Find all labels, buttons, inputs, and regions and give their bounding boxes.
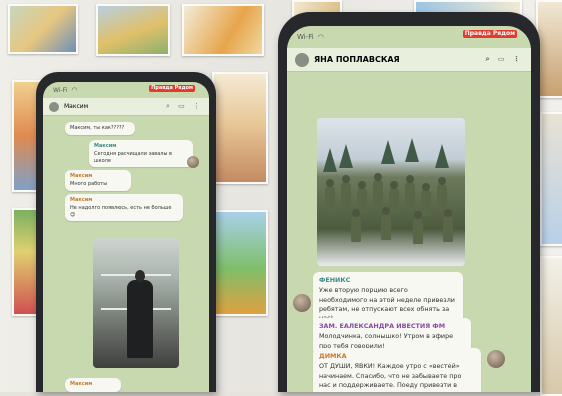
carrier-label: Wi-Fi — [297, 33, 314, 41]
message-bubble: Максим Много работы — [65, 170, 131, 191]
avatar — [293, 294, 311, 312]
message-sender: Максим — [70, 197, 93, 203]
message-sender: ДИМКА — [319, 352, 347, 360]
artwork-painting — [212, 72, 268, 184]
right-phone-display: Wi-Fi ◠ Правда Рядом ЯНА ПОПЛАВСКАЯ ⌕ ▭ … — [278, 12, 540, 392]
tree — [323, 148, 337, 172]
chat-title: Максим — [64, 103, 89, 110]
soldier-figure — [413, 211, 423, 244]
avatar — [187, 156, 199, 168]
wifi-icon: ◠ — [317, 33, 324, 41]
message-bubble: Максим Сегодня расчищали завалы в школе — [89, 140, 193, 168]
message-text: Много работы — [70, 180, 108, 187]
carrier-label: Wi-Fi — [53, 86, 68, 94]
person-figure — [127, 270, 153, 358]
soldier-figure — [405, 175, 415, 208]
soldier-figure — [325, 179, 335, 212]
soldier-figure — [341, 175, 351, 208]
right-phone-screen: Wi-Fi ◠ Правда Рядом ЯНА ПОПЛАВСКАЯ ⌕ ▭ … — [287, 26, 531, 392]
message-bubble: Максим, ты как????? — [65, 122, 135, 135]
tree — [381, 140, 395, 164]
brand-logo: Правда Рядом — [462, 30, 517, 38]
left-phone-display: Wi-Fi ◠ Правда Рядом Максим ⌕ ▭ ⋮ Максим… — [36, 72, 216, 392]
avatar — [295, 52, 309, 67]
message-sender: Максим — [70, 173, 93, 179]
soldier-figure — [351, 209, 361, 242]
message-photo[interactable] — [317, 118, 465, 266]
chat-header: Максим ⌕ ▭ ⋮ — [43, 98, 209, 116]
artwork-painting — [540, 256, 562, 396]
header-actions-icon[interactable]: ⌕ ▭ ⋮ — [166, 102, 203, 111]
message-sender: Максим — [94, 143, 117, 149]
message-sender: Максим — [70, 381, 93, 387]
artwork-painting — [96, 4, 170, 56]
avatar — [49, 101, 59, 112]
avatar — [487, 350, 505, 368]
artwork-painting — [182, 4, 264, 56]
chat-title: ЯНА ПОПЛАВСКАЯ — [314, 55, 400, 64]
brand-logo: Правда Рядом — [149, 85, 195, 92]
header-actions-icon[interactable]: ⌕ ▭ ⋮ — [486, 55, 523, 64]
soldier-figure — [421, 183, 431, 216]
soldier-figure — [389, 181, 399, 214]
soldier-figure — [443, 209, 453, 242]
message-text: ОТ ДУШИ, ЯВКИ! Каждое утро с «вестей» на… — [319, 362, 462, 392]
message-bubble: Максим Не надолго появлюсь, есть не боль… — [65, 194, 183, 222]
artwork-painting — [540, 112, 562, 246]
message-text: Не надолго появлюсь, есть не больше 😊 — [70, 204, 172, 218]
message-bubble: Максим — [65, 378, 121, 392]
message-photo[interactable] — [93, 238, 179, 368]
tree — [405, 138, 419, 162]
artwork-painting — [212, 210, 268, 316]
message-sender: ЗАМ. ЕАЛЕКСАНДРА ИВЕСТИЯ ФМ — [319, 322, 446, 330]
message-bubble: ДИМКА ОТ ДУШИ, ЯВКИ! Каждое утро с «вест… — [313, 348, 481, 392]
soldier-figure — [381, 207, 391, 240]
soldier-figure — [373, 173, 383, 206]
message-text: Сегодня расчищали завалы в школе — [94, 150, 172, 164]
artwork-painting — [8, 4, 78, 54]
tree — [435, 144, 449, 168]
wifi-icon: ◠ — [71, 86, 78, 94]
tree — [339, 144, 353, 168]
message-sender: ФЕНИКС — [319, 276, 351, 284]
left-phone-screen: Wi-Fi ◠ Правда Рядом Максим ⌕ ▭ ⋮ Максим… — [43, 82, 209, 392]
soldier-figure — [437, 177, 447, 210]
chat-header: ЯНА ПОПЛАВСКАЯ ⌕ ▭ ⋮ — [287, 48, 531, 72]
message-text: Максим, ты как????? — [70, 125, 125, 131]
